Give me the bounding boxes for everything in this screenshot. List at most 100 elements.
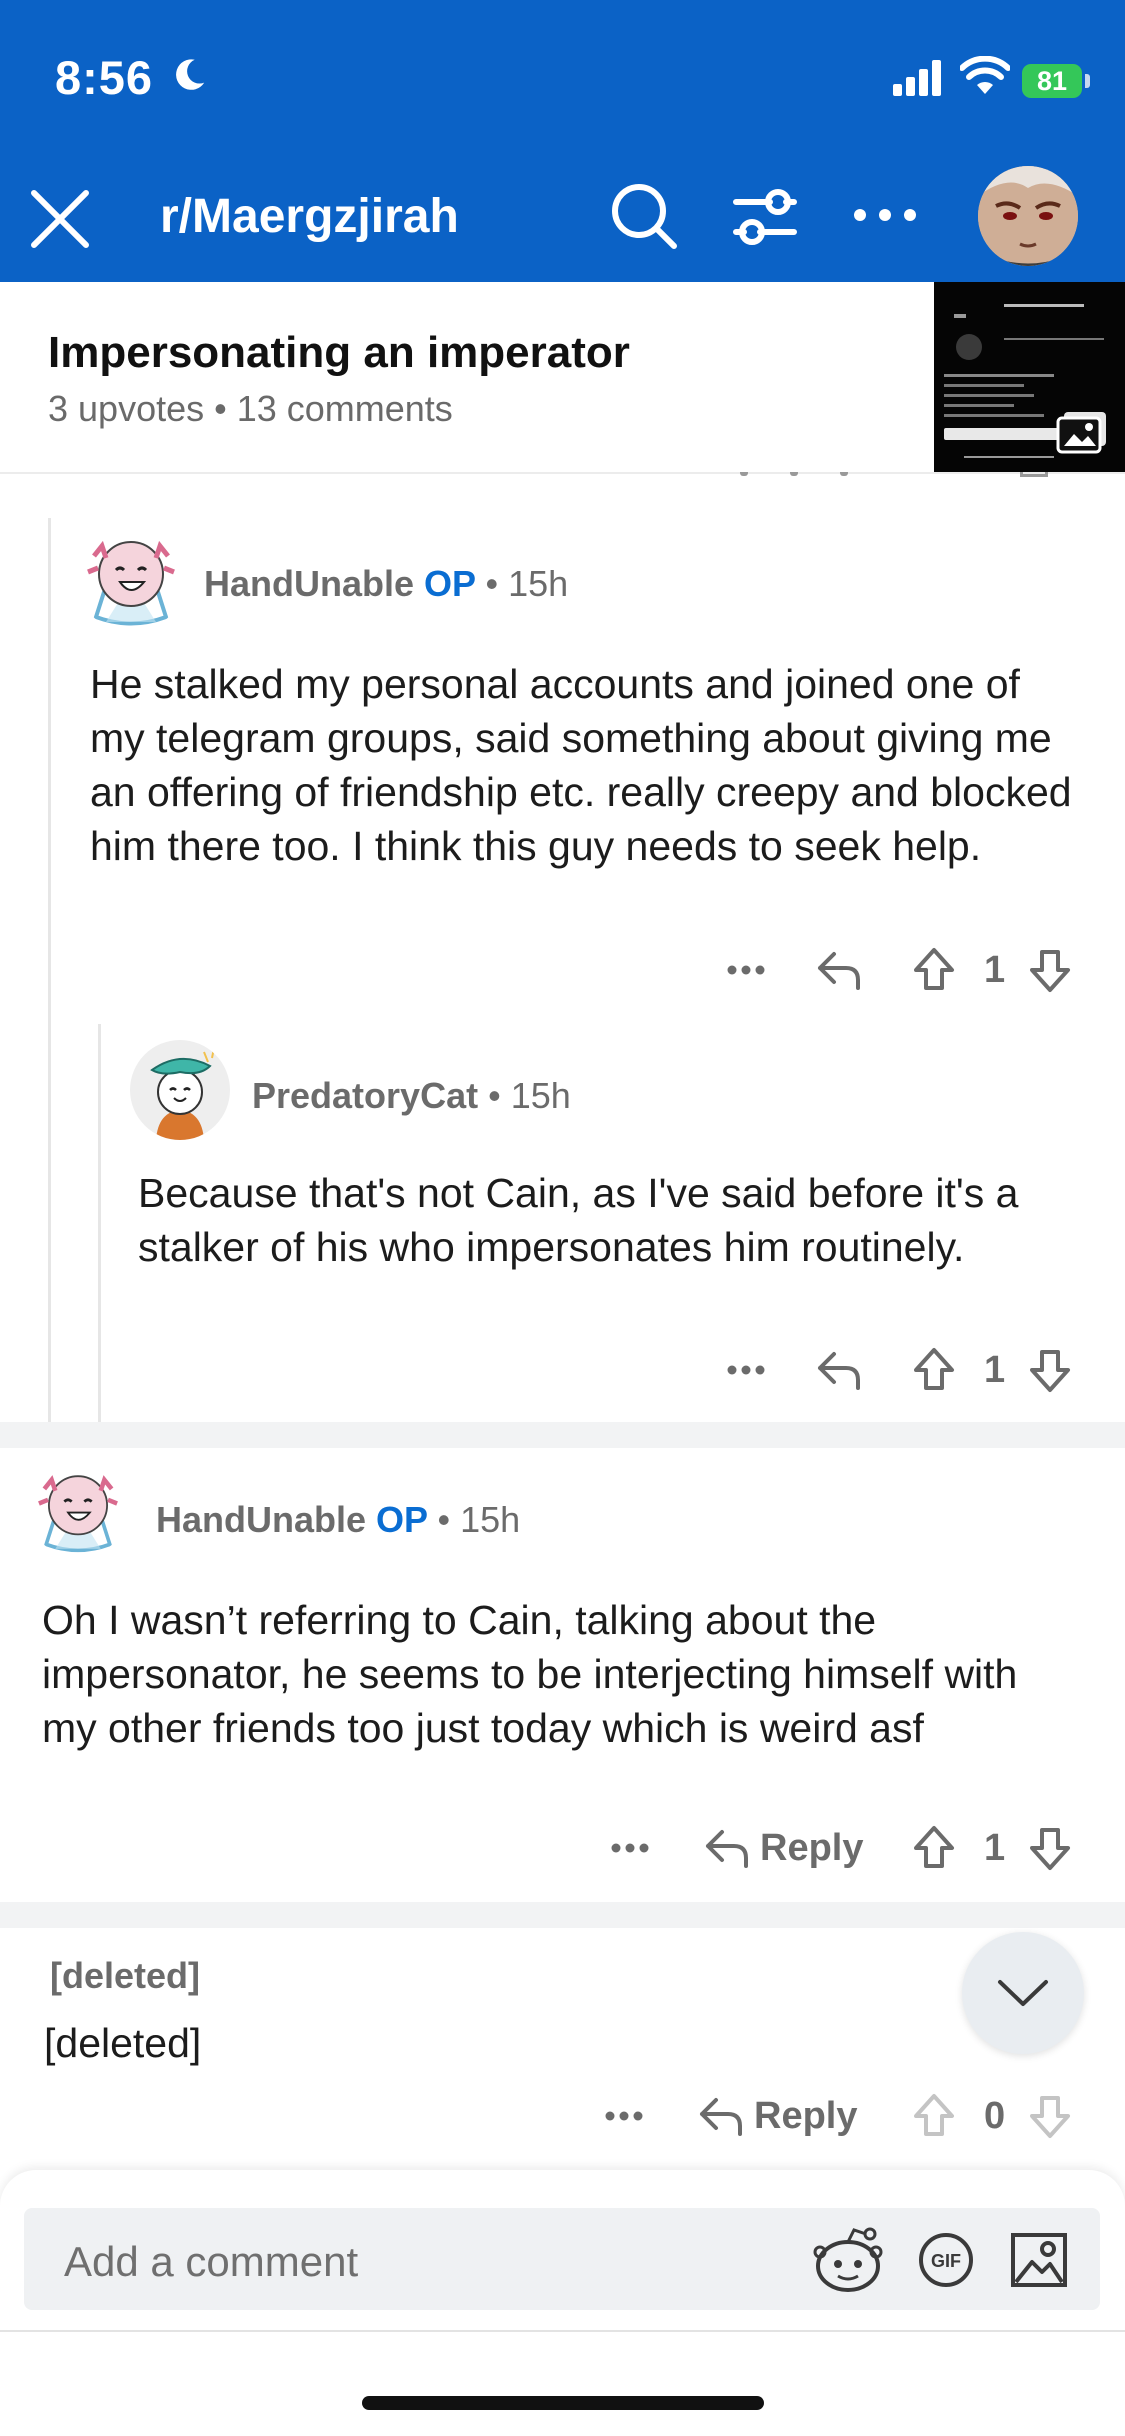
reply-button[interactable]: Reply	[698, 2086, 878, 2146]
reply-label: Reply	[754, 2095, 858, 2137]
chevron-down-icon	[998, 1980, 1048, 2006]
gif-icon[interactable]: GIF	[918, 2232, 974, 2288]
svg-text:GIF: GIF	[931, 2251, 961, 2271]
reply-icon[interactable]	[816, 948, 862, 992]
battery-nub	[1085, 74, 1090, 88]
snoo-icon[interactable]	[812, 2226, 884, 2294]
comment-age: 15h	[510, 1075, 571, 1116]
comment-actions: 1	[700, 940, 1100, 1000]
avatar[interactable]	[130, 1040, 230, 1140]
comment-author[interactable]: HandUnable OP • 15h	[204, 563, 568, 605]
image-icon[interactable]	[1010, 2232, 1068, 2288]
meta-separator: •	[488, 1075, 501, 1116]
filter-icon[interactable]	[730, 182, 800, 252]
reply-icon[interactable]	[816, 1348, 862, 1392]
composer-divider	[0, 2330, 1125, 2332]
post-title[interactable]: Impersonating an imperator	[48, 328, 630, 378]
downvote-icon[interactable]	[1028, 1348, 1072, 1394]
thumb-detail	[1004, 338, 1104, 340]
moon-icon	[176, 59, 205, 90]
subreddit-title[interactable]: r/Maergzjirah	[160, 189, 459, 244]
downvote-icon[interactable]	[1028, 2094, 1072, 2140]
downvote-icon[interactable]	[1028, 1826, 1072, 1872]
add-comment-placeholder: Add a comment	[64, 2238, 359, 2285]
clipped-glyph	[1020, 472, 1048, 477]
op-badge: OP	[376, 1499, 428, 1540]
clipped-glyph	[740, 472, 748, 476]
axolotl-avatar-icon	[38, 1475, 118, 1553]
add-comment-input[interactable]: Add a comment GIF	[24, 2208, 1100, 2310]
close-icon[interactable]	[28, 187, 92, 251]
vote-score: 1	[984, 949, 1006, 991]
comment-author[interactable]: PredatoryCat • 15h	[252, 1075, 571, 1117]
axolotl-avatar-icon	[87, 540, 175, 626]
more-icon[interactable]	[604, 2110, 644, 2122]
comment-divider	[0, 1422, 1125, 1448]
thumb-detail	[1004, 304, 1084, 307]
search-icon[interactable]	[608, 180, 680, 252]
comment-actions: Reply 1	[590, 1818, 1100, 1878]
comment-age: 15h	[460, 1499, 521, 1540]
more-icon[interactable]	[726, 1364, 766, 1376]
comment-author-name[interactable]: HandUnable	[204, 563, 414, 604]
comment-actions: 1	[700, 1340, 1100, 1400]
post-header[interactable]: Impersonating an imperator 3 upvotes • 1…	[0, 282, 1125, 474]
avatar[interactable]	[28, 1458, 128, 1558]
vote-score: 1	[984, 1827, 1006, 1869]
comment-author-name[interactable]: PredatoryCat	[252, 1075, 478, 1116]
battery-indicator: 81	[1022, 64, 1082, 98]
clipped-glyph	[790, 472, 798, 476]
home-indicator[interactable]	[362, 2396, 764, 2410]
thumb-detail	[956, 334, 982, 360]
upvote-icon[interactable]	[912, 1824, 956, 1870]
more-icon[interactable]	[852, 200, 918, 230]
comment-actions: Reply 0	[590, 2086, 1100, 2146]
thumb-detail	[964, 456, 1054, 458]
comment-divider	[0, 1902, 1125, 1928]
thumb-detail	[944, 404, 1014, 407]
meta-separator: •	[437, 1499, 451, 1540]
more-icon[interactable]	[610, 1842, 650, 1854]
thumb-detail	[944, 394, 1034, 397]
avatar-face-icon	[978, 166, 1078, 266]
thread-line[interactable]	[48, 518, 51, 1422]
reply-button[interactable]: Reply	[704, 1818, 884, 1878]
comment-age: 15h	[508, 563, 569, 604]
upvote-icon[interactable]	[912, 2092, 956, 2138]
thumb-detail	[944, 414, 1044, 417]
reply-icon	[700, 2098, 742, 2136]
more-icon[interactable]	[726, 964, 766, 976]
comment-author-name: [deleted]	[50, 1955, 201, 1996]
subreddit-nav-bar: r/Maergzjirah	[0, 160, 1125, 282]
comment-author-name[interactable]: HandUnable	[156, 1499, 366, 1540]
wifi-icon	[960, 56, 1010, 94]
thumb-detail	[944, 384, 1024, 387]
comment-body: [deleted]	[44, 2020, 202, 2066]
cat-avatar-icon	[150, 1047, 215, 1140]
battery-level: 81	[1036, 65, 1068, 96]
reply-label: Reply	[760, 1827, 864, 1869]
upvote-icon[interactable]	[912, 1346, 956, 1392]
upvote-icon[interactable]	[912, 946, 956, 992]
thumb-detail	[954, 314, 966, 318]
thumb-detail	[944, 374, 1054, 377]
avatar[interactable]	[76, 522, 186, 632]
downvote-icon[interactable]	[1028, 948, 1072, 994]
vote-score: 1	[984, 1349, 1006, 1391]
post-thumbnail[interactable]	[934, 282, 1125, 472]
status-time: 8:56	[55, 51, 154, 104]
comment-author[interactable]: HandUnable OP • 15h	[156, 1499, 520, 1541]
op-badge: OP	[424, 563, 476, 604]
post-meta: 3 upvotes • 13 comments	[48, 388, 453, 429]
comment-body: Oh I wasn’t referring to Cain, talking a…	[42, 1597, 1018, 1751]
comment-body: He stalked my personal accounts and join…	[90, 661, 1072, 869]
status-bar: 8:56 81	[0, 0, 1125, 160]
meta-separator: •	[485, 563, 499, 604]
clipped-glyph	[840, 472, 848, 476]
reply-icon	[706, 1830, 748, 1868]
clipped-previous-content	[700, 472, 1080, 484]
thread-line-nested[interactable]	[98, 1024, 101, 1422]
image-gallery-icon	[1056, 412, 1106, 454]
user-avatar[interactable]	[978, 166, 1078, 266]
next-comment-button[interactable]	[962, 1932, 1084, 2054]
